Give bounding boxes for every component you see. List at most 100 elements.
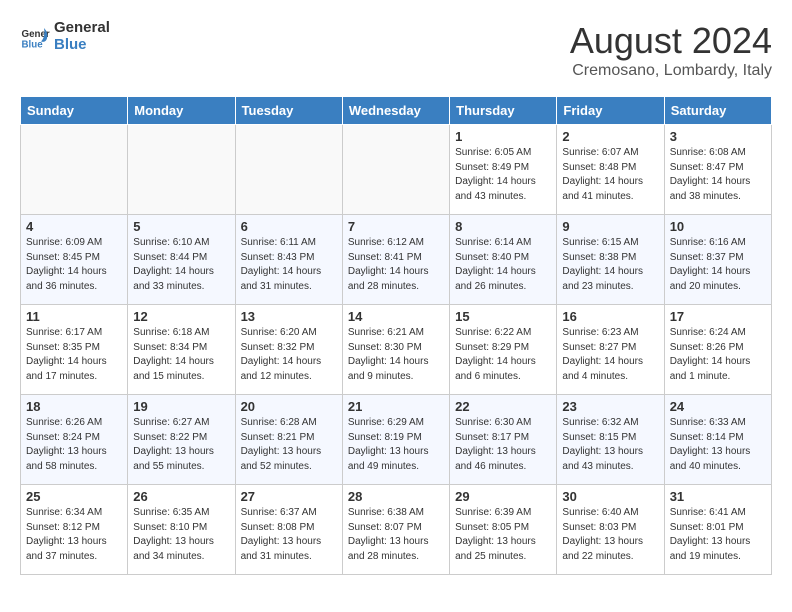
- calendar-day-cell: 2 Sunrise: 6:07 AM Sunset: 8:48 PM Daylig…: [557, 125, 664, 215]
- calendar-day-cell: 23Sunrise: 6:32 AM Sunset: 8:15 PM Dayli…: [557, 395, 664, 485]
- day-number: 16: [562, 309, 658, 324]
- day-info: Sunrise: 6:23 AM Sunset: 8:27 PM Dayligh…: [562, 326, 658, 384]
- calendar-day-cell: 15 Sunrise: 6:22 AM Sunset: 8:29 PM Dayli…: [450, 305, 557, 395]
- calendar-day-cell: 16 Sunrise: 6:23 AM Sunset: 8:27 PM Dayli…: [557, 305, 664, 395]
- calendar-day-cell: 21Sunrise: 6:29 AM Sunset: 8:19 PM Dayli…: [342, 395, 449, 485]
- calendar-day-cell: 8 Sunrise: 6:14 AM Sunset: 8:40 PM Daylig…: [450, 215, 557, 305]
- day-number: 27: [241, 489, 337, 504]
- calendar-day-cell: [235, 125, 342, 215]
- calendar-header-cell: Tuesday: [235, 97, 342, 125]
- day-number: 2: [562, 129, 658, 144]
- day-info: Sunrise: 6:15 AM Sunset: 8:38 PM Dayligh…: [562, 236, 658, 294]
- calendar-day-cell: 29Sunrise: 6:39 AM Sunset: 8:05 PM Dayli…: [450, 485, 557, 575]
- day-number: 10: [670, 219, 766, 234]
- calendar-day-cell: 13Sunrise: 6:20 AM Sunset: 8:32 PM Dayli…: [235, 305, 342, 395]
- day-info: Sunrise: 6:24 AM Sunset: 8:26 PM Dayligh…: [670, 326, 766, 384]
- calendar-header-row: SundayMondayTuesdayWednesdayThursdayFrid…: [21, 97, 772, 125]
- calendar-day-cell: 3Sunrise: 6:08 AM Sunset: 8:47 PM Daylig…: [664, 125, 771, 215]
- calendar-day-cell: 28Sunrise: 6:38 AM Sunset: 8:07 PM Dayli…: [342, 485, 449, 575]
- day-number: 9: [562, 219, 658, 234]
- day-info: Sunrise: 6:07 AM Sunset: 8:48 PM Dayligh…: [562, 146, 658, 204]
- calendar-day-cell: 7 Sunrise: 6:12 AM Sunset: 8:41 PM Daylig…: [342, 215, 449, 305]
- calendar-body: 1 Sunrise: 6:05 AM Sunset: 8:49 PM Daylig…: [21, 125, 772, 575]
- day-info: Sunrise: 6:18 AM Sunset: 8:34 PM Dayligh…: [133, 326, 229, 384]
- day-number: 17: [670, 309, 766, 324]
- calendar-day-cell: [21, 125, 128, 215]
- day-number: 3: [670, 129, 766, 144]
- day-info: Sunrise: 6:21 AM Sunset: 8:30 PM Dayligh…: [348, 326, 444, 384]
- logo-icon: General Blue: [20, 22, 50, 52]
- calendar-day-cell: 4 Sunrise: 6:09 AM Sunset: 8:45 PM Daylig…: [21, 215, 128, 305]
- calendar-header-cell: Friday: [557, 97, 664, 125]
- calendar-header-cell: Wednesday: [342, 97, 449, 125]
- calendar-header-cell: Thursday: [450, 97, 557, 125]
- day-info: Sunrise: 6:12 AM Sunset: 8:41 PM Dayligh…: [348, 236, 444, 294]
- day-info: Sunrise: 6:22 AM Sunset: 8:29 PM Dayligh…: [455, 326, 551, 384]
- calendar-day-cell: 11 Sunrise: 6:17 AM Sunset: 8:35 PM Dayli…: [21, 305, 128, 395]
- day-number: 28: [348, 489, 444, 504]
- day-info: Sunrise: 6:16 AM Sunset: 8:37 PM Dayligh…: [670, 236, 766, 294]
- day-number: 15: [455, 309, 551, 324]
- day-number: 24: [670, 399, 766, 414]
- calendar-day-cell: 9 Sunrise: 6:15 AM Sunset: 8:38 PM Daylig…: [557, 215, 664, 305]
- calendar-table: SundayMondayTuesdayWednesdayThursdayFrid…: [20, 96, 772, 575]
- calendar-day-cell: [128, 125, 235, 215]
- day-number: 7: [348, 219, 444, 234]
- day-info: Sunrise: 6:32 AM Sunset: 8:15 PM Dayligh…: [562, 416, 658, 474]
- calendar-day-cell: 1 Sunrise: 6:05 AM Sunset: 8:49 PM Daylig…: [450, 125, 557, 215]
- day-info: Sunrise: 6:28 AM Sunset: 8:21 PM Dayligh…: [241, 416, 337, 474]
- calendar-week-row: 4 Sunrise: 6:09 AM Sunset: 8:45 PM Daylig…: [21, 215, 772, 305]
- calendar-header-cell: Sunday: [21, 97, 128, 125]
- day-info: Sunrise: 6:41 AM Sunset: 8:01 PM Dayligh…: [670, 506, 766, 564]
- day-info: Sunrise: 6:37 AM Sunset: 8:08 PM Dayligh…: [241, 506, 337, 564]
- calendar-day-cell: 26 Sunrise: 6:35 AM Sunset: 8:10 PM Dayli…: [128, 485, 235, 575]
- day-number: 18: [26, 399, 122, 414]
- calendar-day-cell: 24 Sunrise: 6:33 AM Sunset: 8:14 PM Dayli…: [664, 395, 771, 485]
- calendar-day-cell: 22 Sunrise: 6:30 AM Sunset: 8:17 PM Dayli…: [450, 395, 557, 485]
- day-number: 1: [455, 129, 551, 144]
- calendar-week-row: 18 Sunrise: 6:26 AM Sunset: 8:24 PM Dayli…: [21, 395, 772, 485]
- day-info: Sunrise: 6:30 AM Sunset: 8:17 PM Dayligh…: [455, 416, 551, 474]
- calendar-day-cell: 14Sunrise: 6:21 AM Sunset: 8:30 PM Dayli…: [342, 305, 449, 395]
- calendar-day-cell: 12Sunrise: 6:18 AM Sunset: 8:34 PM Dayli…: [128, 305, 235, 395]
- month-year: August 2024: [570, 20, 772, 62]
- calendar-week-row: 11 Sunrise: 6:17 AM Sunset: 8:35 PM Dayli…: [21, 305, 772, 395]
- location: Cremosano, Lombardy, Italy: [570, 62, 772, 80]
- day-info: Sunrise: 6:39 AM Sunset: 8:05 PM Dayligh…: [455, 506, 551, 564]
- logo: General Blue General Blue: [20, 20, 110, 53]
- day-number: 4: [26, 219, 122, 234]
- calendar-day-cell: 25 Sunrise: 6:34 AM Sunset: 8:12 PM Dayli…: [21, 485, 128, 575]
- day-number: 30: [562, 489, 658, 504]
- day-info: Sunrise: 6:09 AM Sunset: 8:45 PM Dayligh…: [26, 236, 122, 294]
- day-number: 25: [26, 489, 122, 504]
- calendar-day-cell: 30 Sunrise: 6:40 AM Sunset: 8:03 PM Dayli…: [557, 485, 664, 575]
- day-info: Sunrise: 6:14 AM Sunset: 8:40 PM Dayligh…: [455, 236, 551, 294]
- day-info: Sunrise: 6:11 AM Sunset: 8:43 PM Dayligh…: [241, 236, 337, 294]
- day-info: Sunrise: 6:26 AM Sunset: 8:24 PM Dayligh…: [26, 416, 122, 474]
- day-number: 11: [26, 309, 122, 324]
- calendar-header-cell: Saturday: [664, 97, 771, 125]
- day-info: Sunrise: 6:35 AM Sunset: 8:10 PM Dayligh…: [133, 506, 229, 564]
- day-info: Sunrise: 6:10 AM Sunset: 8:44 PM Dayligh…: [133, 236, 229, 294]
- calendar-day-cell: 19 Sunrise: 6:27 AM Sunset: 8:22 PM Dayli…: [128, 395, 235, 485]
- page-header: General Blue General Blue August 2024 Cr…: [20, 20, 772, 80]
- calendar-day-cell: 31Sunrise: 6:41 AM Sunset: 8:01 PM Dayli…: [664, 485, 771, 575]
- day-number: 22: [455, 399, 551, 414]
- day-number: 8: [455, 219, 551, 234]
- calendar-day-cell: [342, 125, 449, 215]
- day-info: Sunrise: 6:34 AM Sunset: 8:12 PM Dayligh…: [26, 506, 122, 564]
- day-info: Sunrise: 6:33 AM Sunset: 8:14 PM Dayligh…: [670, 416, 766, 474]
- day-number: 26: [133, 489, 229, 504]
- title-block: August 2024 Cremosano, Lombardy, Italy: [570, 20, 772, 80]
- calendar-day-cell: 27 Sunrise: 6:37 AM Sunset: 8:08 PM Dayli…: [235, 485, 342, 575]
- calendar-day-cell: 18 Sunrise: 6:26 AM Sunset: 8:24 PM Dayli…: [21, 395, 128, 485]
- day-info: Sunrise: 6:40 AM Sunset: 8:03 PM Dayligh…: [562, 506, 658, 564]
- calendar-week-row: 25 Sunrise: 6:34 AM Sunset: 8:12 PM Dayli…: [21, 485, 772, 575]
- day-number: 19: [133, 399, 229, 414]
- svg-text:Blue: Blue: [22, 39, 44, 50]
- calendar-day-cell: 5Sunrise: 6:10 AM Sunset: 8:44 PM Daylig…: [128, 215, 235, 305]
- day-info: Sunrise: 6:17 AM Sunset: 8:35 PM Dayligh…: [26, 326, 122, 384]
- day-info: Sunrise: 6:27 AM Sunset: 8:22 PM Dayligh…: [133, 416, 229, 474]
- day-number: 6: [241, 219, 337, 234]
- day-info: Sunrise: 6:05 AM Sunset: 8:49 PM Dayligh…: [455, 146, 551, 204]
